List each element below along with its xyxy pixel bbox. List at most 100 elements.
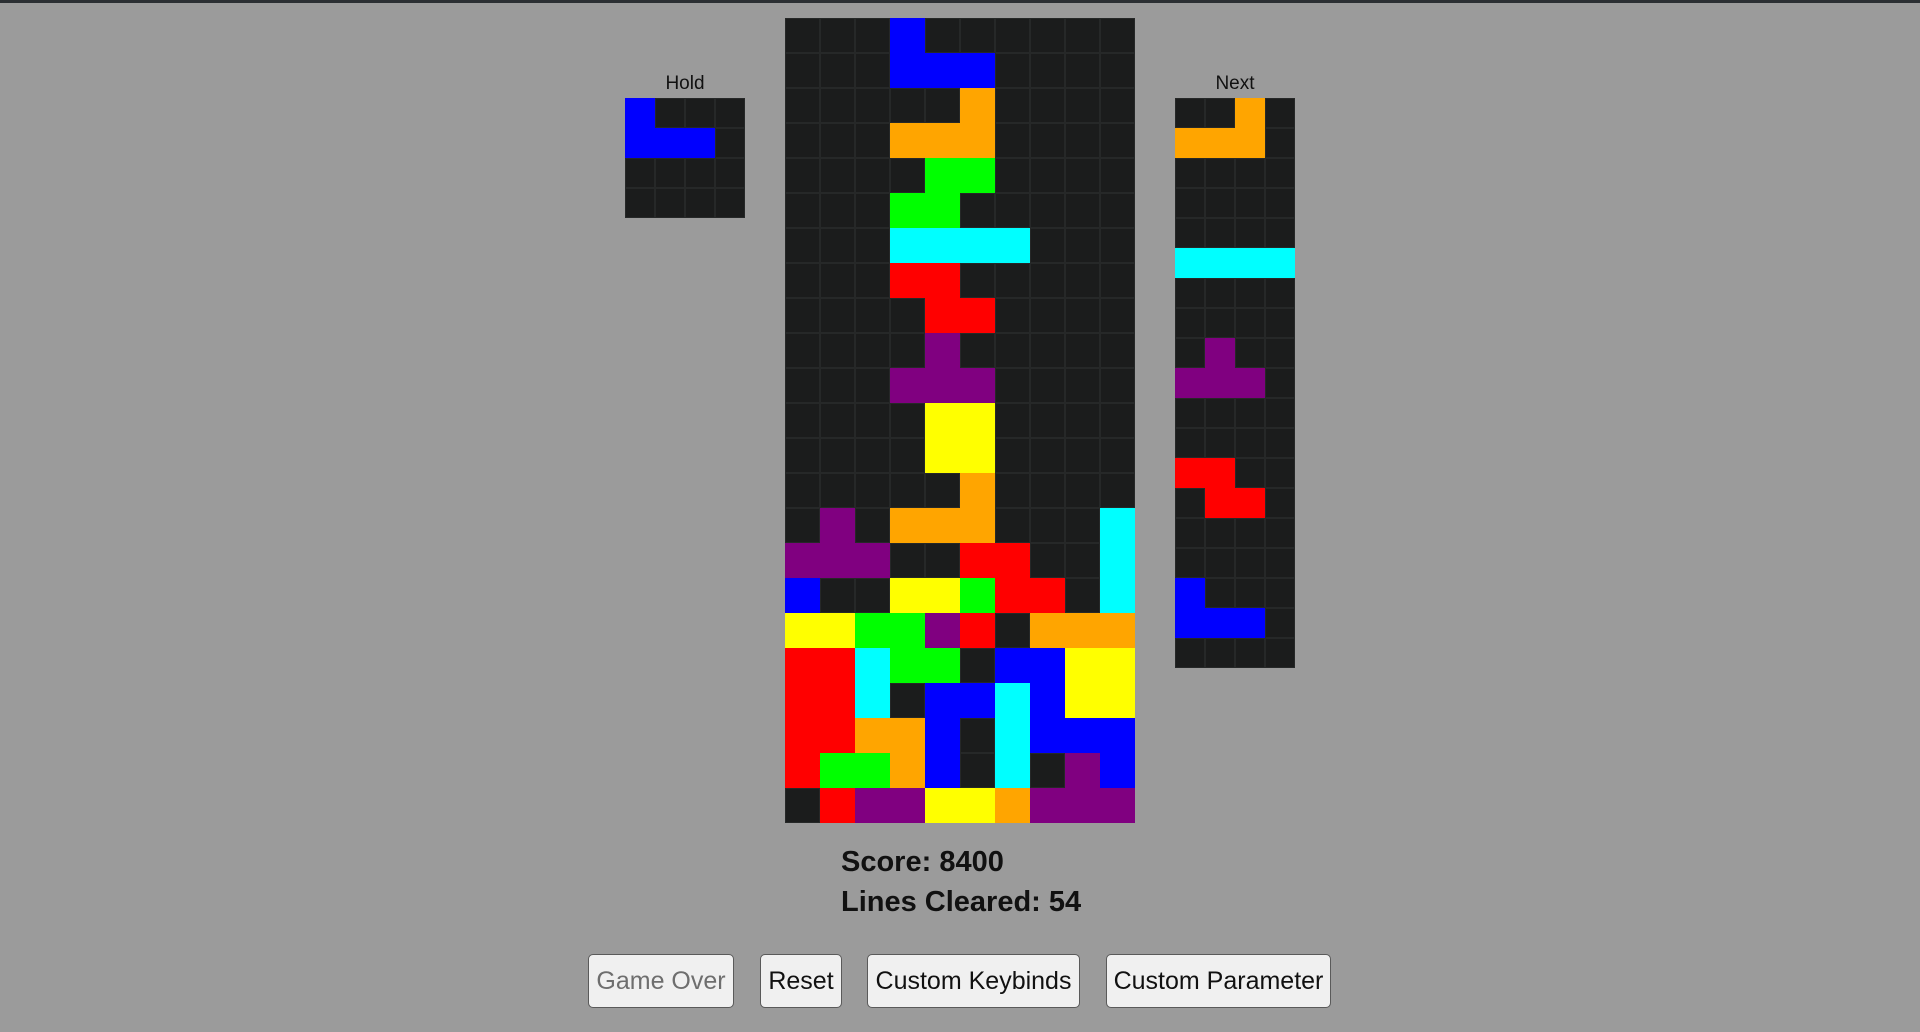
game-over-button[interactable]: Game Over <box>588 954 734 1008</box>
board-empty-cell <box>1100 333 1135 368</box>
next-empty-cell <box>1265 458 1295 488</box>
next-empty-cell <box>1205 158 1235 188</box>
next-empty-cell <box>1175 398 1205 428</box>
board-block-J <box>1030 718 1065 753</box>
board-empty-cell <box>785 368 820 403</box>
next-empty-cell <box>1265 308 1295 338</box>
board-empty-cell <box>1030 158 1065 193</box>
board-block-O <box>925 438 960 473</box>
board-empty-cell <box>820 298 855 333</box>
next-block-J <box>1205 608 1235 638</box>
board-block-O <box>1065 648 1100 683</box>
board-empty-cell <box>995 368 1030 403</box>
next-empty-cell <box>1265 578 1295 608</box>
hold-block-J <box>655 128 685 158</box>
next-empty-cell <box>1235 458 1265 488</box>
board-block-I <box>1100 578 1135 613</box>
board-block-J <box>925 53 960 88</box>
score-display: Score: 8400 <box>841 846 1004 878</box>
board-block-J <box>960 53 995 88</box>
board-block-S <box>890 193 925 228</box>
next-empty-cell <box>1265 158 1295 188</box>
board-empty-cell <box>995 438 1030 473</box>
next-empty-cell <box>1265 98 1295 128</box>
board-empty-cell <box>890 473 925 508</box>
board-empty-cell <box>1030 298 1065 333</box>
next-block-Z <box>1175 458 1205 488</box>
board-block-Z <box>820 648 855 683</box>
board-empty-cell <box>995 158 1030 193</box>
custom-parameter-button[interactable]: Custom Parameter <box>1106 954 1331 1008</box>
next-empty-cell <box>1235 188 1265 218</box>
board-empty-cell <box>1030 508 1065 543</box>
next-empty-cell <box>1205 518 1235 548</box>
board-empty-cell <box>1030 228 1065 263</box>
board-empty-cell <box>785 123 820 158</box>
game-board <box>785 18 1135 823</box>
next-empty-cell <box>1265 188 1295 218</box>
board-empty-cell <box>1100 368 1135 403</box>
board-empty-cell <box>820 193 855 228</box>
board-block-S <box>925 193 960 228</box>
board-block-Z <box>995 543 1030 578</box>
board-empty-cell <box>890 543 925 578</box>
board-block-S <box>960 578 995 613</box>
board-empty-cell <box>1100 438 1135 473</box>
board-empty-cell <box>1065 508 1100 543</box>
next-block-L <box>1235 128 1265 158</box>
board-empty-cell <box>785 403 820 438</box>
board-empty-cell <box>1065 228 1100 263</box>
board-empty-cell <box>995 333 1030 368</box>
hold-empty-cell <box>625 158 655 188</box>
next-empty-cell <box>1205 638 1235 668</box>
next-block-J <box>1235 608 1265 638</box>
board-empty-cell <box>925 543 960 578</box>
board-empty-cell <box>820 473 855 508</box>
board-empty-cell <box>855 333 890 368</box>
board-block-T <box>925 368 960 403</box>
board-empty-cell <box>1065 88 1100 123</box>
board-empty-cell <box>855 228 890 263</box>
hold-empty-cell <box>685 98 715 128</box>
board-block-I <box>995 228 1030 263</box>
board-empty-cell <box>820 88 855 123</box>
next-empty-cell <box>1265 398 1295 428</box>
board-empty-cell <box>1065 263 1100 298</box>
next-empty-cell <box>1205 98 1235 128</box>
next-empty-cell <box>1265 518 1295 548</box>
board-empty-cell <box>925 88 960 123</box>
board-empty-cell <box>1030 18 1065 53</box>
board-empty-cell <box>960 263 995 298</box>
next-queue-panel <box>1175 98 1295 668</box>
board-empty-cell <box>890 438 925 473</box>
hold-label: Hold <box>665 73 705 94</box>
board-empty-cell <box>1065 158 1100 193</box>
reset-button[interactable]: Reset <box>760 954 842 1008</box>
board-block-O <box>960 438 995 473</box>
board-block-S <box>925 158 960 193</box>
board-block-O <box>785 613 820 648</box>
next-empty-cell <box>1175 428 1205 458</box>
board-empty-cell <box>960 193 995 228</box>
board-block-L <box>1065 613 1100 648</box>
board-empty-cell <box>820 53 855 88</box>
board-block-J <box>1100 753 1135 788</box>
board-block-T <box>960 368 995 403</box>
board-block-J <box>890 53 925 88</box>
board-empty-cell <box>995 53 1030 88</box>
board-block-J <box>1030 648 1065 683</box>
board-block-Z <box>820 788 855 823</box>
board-empty-cell <box>890 298 925 333</box>
board-empty-cell <box>890 683 925 718</box>
board-empty-cell <box>960 333 995 368</box>
custom-keybinds-button[interactable]: Custom Keybinds <box>867 954 1080 1008</box>
board-block-L <box>925 508 960 543</box>
board-block-Z <box>960 298 995 333</box>
next-empty-cell <box>1265 128 1295 158</box>
board-block-L <box>960 123 995 158</box>
next-block-T <box>1235 368 1265 398</box>
board-block-J <box>785 578 820 613</box>
board-empty-cell <box>820 578 855 613</box>
board-empty-cell <box>1065 438 1100 473</box>
next-empty-cell <box>1235 218 1265 248</box>
